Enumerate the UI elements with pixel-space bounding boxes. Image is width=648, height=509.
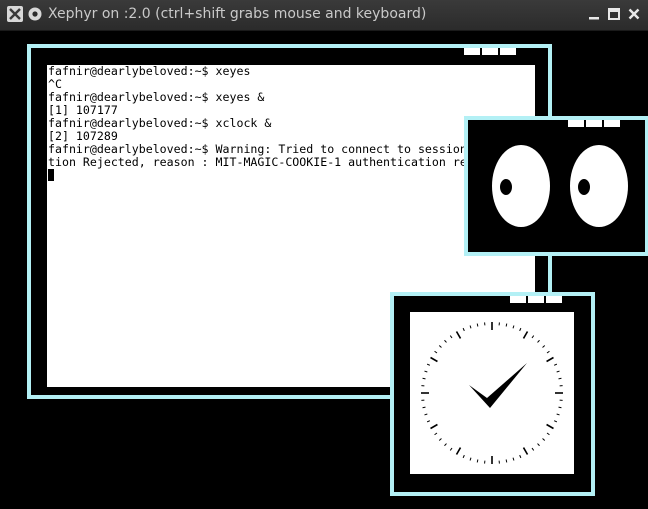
clock-tick [449,447,453,451]
xeyes-window[interactable] [464,116,648,256]
host-titlebar[interactable]: Xephyr on :2.0 (ctrl+shift grabs mouse a… [0,0,648,31]
clock-tick [462,327,465,332]
clock-tick [542,438,546,441]
left-pupil [500,179,512,195]
terminal-prompt-line[interactable] [47,169,535,182]
text-cursor [48,169,54,181]
minimize-icon [588,16,599,19]
clock-tick [426,420,431,423]
clock-tick [546,432,550,436]
right-pupil [578,179,590,195]
minimize-button[interactable] [586,6,601,21]
clock-tick [531,335,535,339]
clock-tick [444,339,447,343]
eyes-graphic [492,145,628,227]
clock-tick [556,370,560,373]
clock-tick [537,443,540,447]
clock-tick [522,331,529,339]
clock-tick [546,350,550,354]
xclock-frame-buttons[interactable] [508,296,562,303]
frame-button[interactable] [500,48,516,55]
clock-tick [455,331,462,339]
clock-tick [522,447,529,455]
clock-tick [449,335,453,339]
clock-tick [519,327,522,332]
analog-clock [421,322,563,464]
window-menu-icon[interactable] [27,6,43,22]
frame-button[interactable] [604,120,620,127]
clock-tick [537,339,540,343]
xclock-window[interactable] [390,292,595,496]
frame-button[interactable] [568,120,584,127]
frame-button[interactable] [528,296,544,303]
clock-tick [476,323,479,327]
clock-tick [505,459,508,463]
clock-tick [546,423,554,430]
clock-hands [469,363,527,408]
frame-button[interactable] [586,120,602,127]
frame-button[interactable] [546,296,562,303]
clock-tick [553,420,558,423]
maximize-button[interactable] [606,6,621,21]
close-icon [628,8,639,19]
clock-tick [424,370,428,373]
terminal-line: tion Rejected, reason : MIT-MAGIC-COOKIE… [48,155,509,169]
clock-tick [426,363,431,366]
clock-tick [438,345,442,348]
clock-tick [512,457,515,461]
clock-tick [434,432,438,436]
x-display[interactable]: fafnir@dearlybeloved:~$ xeyes ^C fafnir@… [1,31,648,509]
frame-button[interactable] [464,48,480,55]
clock-tick [553,363,558,366]
clock-tick [434,350,438,354]
clock-tick [558,406,562,409]
clock-tick [424,413,428,416]
window-title: Xephyr on :2.0 (ctrl+shift grabs mouse a… [48,6,427,22]
terminal-line: fafnir@dearlybeloved:~$ xeyes [48,64,251,78]
terminal-line: fafnir@dearlybeloved:~$ xclock & [48,116,272,130]
clock-face [410,312,574,474]
close-button[interactable] [626,6,641,21]
frame-button[interactable] [482,48,498,55]
clock-tick [462,454,465,459]
clock-tick [512,325,515,329]
xephyr-app-icon[interactable] [7,6,23,22]
clock-tick [558,377,562,380]
clock-tick [469,457,472,461]
clock-tick [430,423,438,430]
terminal-line: fafnir@dearlybeloved:~$ xeyes & [48,90,265,104]
xeyes-frame-buttons[interactable] [566,120,620,127]
clock-tick [455,447,462,455]
frame-button[interactable] [510,296,526,303]
clock-tick [476,459,479,463]
clock-tick [519,454,522,459]
clock-tick [422,406,426,409]
clock-tick [531,447,535,451]
clock-tick [422,377,426,380]
clock-tick [444,443,447,447]
clock-tick [505,323,508,327]
clock-tick [430,356,438,363]
maximize-icon [607,7,620,20]
clock-tick [469,325,472,329]
clock-tick [438,438,442,441]
clock-tick [556,413,560,416]
xterm-frame-buttons[interactable] [462,48,516,55]
clock-tick [546,356,554,363]
clock-tick [542,345,546,348]
